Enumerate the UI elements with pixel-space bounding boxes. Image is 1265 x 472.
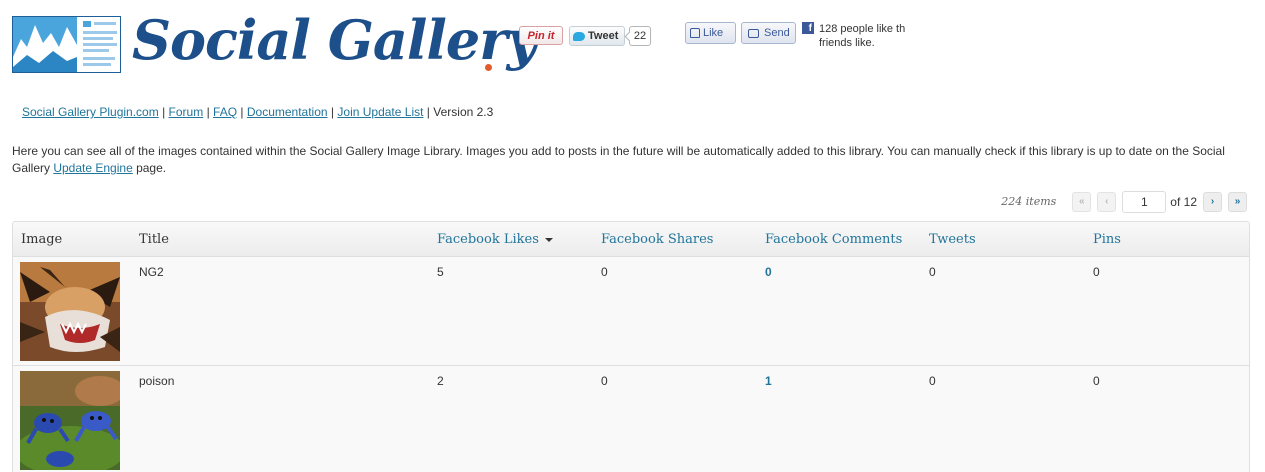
facebook-likes-label: Facebook Likes — [437, 232, 539, 247]
pagination: 224 items « ‹ 1 of 12 › » — [1001, 190, 1247, 213]
link-separator: | — [330, 105, 335, 119]
row-facebook-likes: 2 — [437, 374, 444, 388]
blue-frogs-thumbnail[interactable] — [20, 371, 120, 470]
facebook-send-button[interactable]: Send — [741, 22, 796, 44]
link-separator: | — [162, 105, 166, 119]
column-header-pins[interactable]: Pins — [1093, 232, 1121, 247]
column-header-tweets[interactable]: Tweets — [929, 232, 976, 247]
column-header-facebook-comments[interactable]: Facebook Comments — [765, 232, 902, 247]
image-library-table: Image Title Facebook Likes Facebook Shar… — [12, 221, 1250, 472]
tweet-button[interactable]: Tweet — [569, 26, 625, 46]
sort-desc-icon — [544, 237, 553, 242]
column-header-facebook-shares[interactable]: Facebook Shares — [601, 232, 713, 247]
table-row: poison 2 0 1 0 0 — [13, 366, 1249, 472]
link-plugin-site[interactable]: Social Gallery Plugin.com — [22, 105, 159, 119]
row-facebook-shares: 0 — [601, 374, 608, 388]
update-engine-link[interactable]: Update Engine — [53, 161, 132, 175]
row-facebook-likes: 5 — [437, 265, 444, 279]
row-facebook-comments-link[interactable]: 0 — [765, 265, 772, 279]
first-page-button[interactable]: « — [1072, 191, 1092, 212]
library-description: Here you can see all of the images conta… — [12, 143, 1252, 177]
link-separator: | — [206, 105, 210, 119]
like-label: Like — [703, 27, 724, 39]
facebook-social-text: f 128 people like th friends like. — [802, 22, 932, 50]
facebook-social-count: 128 people like th friends like. — [819, 23, 906, 49]
row-title: NG2 — [139, 265, 164, 279]
link-faq[interactable]: FAQ — [213, 105, 237, 119]
description-text-end: page. — [132, 161, 167, 175]
tweet-count-bubble: 22 — [629, 26, 651, 46]
next-page-button[interactable]: › — [1203, 191, 1222, 212]
thumbs-up-icon — [690, 28, 700, 38]
link-separator: | — [240, 105, 244, 119]
total-pages: of 12 — [1170, 194, 1197, 209]
send-label: Send — [764, 27, 790, 39]
current-page-input[interactable]: 1 — [1122, 190, 1167, 213]
facebook-like-button[interactable]: Like — [685, 22, 736, 44]
gallery-logo-icon — [12, 16, 121, 73]
column-header-image: Image — [21, 232, 63, 247]
facebook-icon: f — [802, 22, 814, 34]
link-separator: | — [426, 105, 430, 119]
plugin-header: Social Gallery Pin it Tweet 22 Like Send… — [12, 8, 1252, 76]
row-facebook-shares: 0 — [601, 265, 608, 279]
logo-wordmark: Social Gallery — [132, 8, 538, 72]
pin-it-button[interactable]: Pin it — [519, 26, 563, 45]
speech-bubble-icon — [748, 28, 759, 38]
column-header-title: Title — [139, 232, 169, 247]
plugin-links: Social Gallery Plugin.com | Forum | FAQ … — [22, 105, 493, 119]
row-title: poison — [139, 374, 175, 388]
link-documentation[interactable]: Documentation — [247, 105, 328, 119]
description-text: Here you can see all of the images conta… — [12, 144, 1225, 175]
items-count: 224 items — [1001, 195, 1057, 208]
row-tweets: 0 — [929, 265, 936, 279]
row-tweets: 0 — [929, 374, 936, 388]
link-forum[interactable]: Forum — [169, 105, 204, 119]
version-text: Version 2.3 — [433, 105, 494, 119]
tweet-label: Tweet — [588, 30, 619, 42]
logo-dot — [485, 64, 492, 71]
row-pins: 0 — [1093, 374, 1100, 388]
table-header: Image Title Facebook Likes Facebook Shar… — [13, 222, 1249, 257]
tiger-thumbnail[interactable] — [20, 262, 120, 361]
row-pins: 0 — [1093, 265, 1100, 279]
column-header-facebook-likes[interactable]: Facebook Likes — [437, 232, 553, 247]
last-page-button[interactable]: » — [1228, 191, 1247, 212]
row-facebook-comments-link[interactable]: 1 — [765, 374, 772, 388]
table-row: NG2 5 0 0 0 0 — [13, 257, 1249, 366]
prev-page-button[interactable]: ‹ — [1097, 191, 1117, 212]
twitter-bird-icon — [573, 31, 585, 41]
link-join-update-list[interactable]: Join Update List — [337, 105, 423, 119]
